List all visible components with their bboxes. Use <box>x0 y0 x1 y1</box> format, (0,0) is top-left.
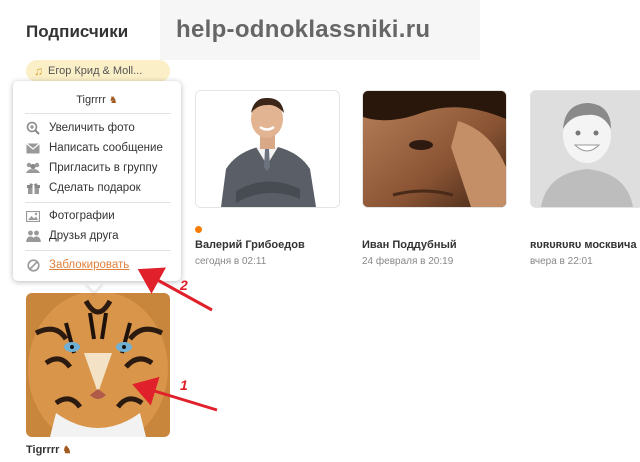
subscriber-name[interactable]: Tigrrrr ♞ <box>26 444 71 456</box>
subscriber-photo[interactable] <box>362 90 507 208</box>
menu-user-name: Tigrrrr ♞ <box>76 94 118 106</box>
subscriber-photo[interactable] <box>530 90 640 208</box>
menu-item-invite-to-group[interactable]: Пригласить в группу <box>25 160 157 176</box>
menu-item-send-gift[interactable]: Сделать подарок <box>25 180 141 196</box>
block-icon <box>25 258 41 272</box>
friends-icon <box>25 229 41 243</box>
menu-item-friends-of-friend[interactable]: Друзья друга <box>25 228 119 244</box>
music-label: Егор Крид & Moll... <box>48 65 143 77</box>
photo-icon <box>25 209 41 223</box>
group-icon <box>25 161 41 175</box>
gift-icon <box>25 181 41 195</box>
subscriber-name[interactable]: Валерий Грибоедов <box>195 239 305 251</box>
divider <box>25 250 171 251</box>
subscriber-name[interactable]: ʀᴜʀᴜʀᴜʀᴜ москвича <box>530 239 637 251</box>
annotation-label-2: 2 <box>180 277 188 293</box>
annotation-label-1: 1 <box>180 377 188 393</box>
music-note-icon: ♫ <box>34 64 43 78</box>
user-context-menu: Tigrrrr ♞ Увеличить фото Написать сообще… <box>13 81 181 281</box>
subscriber-name[interactable]: Иван Поддубный <box>362 239 457 251</box>
online-indicator <box>195 226 202 233</box>
menu-item-block[interactable]: Заблокировать <box>25 257 129 273</box>
page-title: Подписчики <box>26 22 129 41</box>
menu-item-photos[interactable]: Фотографии <box>25 208 115 224</box>
default-avatar-icon <box>531 91 640 207</box>
music-status[interactable]: ♫ Егор Крид & Moll... <box>26 60 170 82</box>
tiger-badge-icon: ♞ <box>108 95 118 106</box>
envelope-icon <box>25 141 41 155</box>
tiger-avatar <box>26 293 170 437</box>
subscriber-photo[interactable] <box>195 90 340 208</box>
menu-item-zoom-photo[interactable]: Увеличить фото <box>25 120 135 136</box>
subscriber-last-seen: сегодня в 02:11 <box>195 256 267 267</box>
divider <box>25 202 171 203</box>
divider <box>25 113 171 114</box>
watermark: help-odnoklassniki.ru <box>176 16 431 43</box>
menu-item-send-message[interactable]: Написать сообщение <box>25 140 163 156</box>
subscriber-last-seen: вчера в 22:01 <box>530 256 593 267</box>
subscriber-photo[interactable] <box>26 293 170 437</box>
tiger-badge-icon: ♞ <box>62 445 72 456</box>
subscriber-last-seen: 24 февраля в 20:19 <box>362 256 454 267</box>
zoom-icon <box>25 121 41 135</box>
avatar <box>196 91 339 207</box>
avatar <box>363 91 506 207</box>
